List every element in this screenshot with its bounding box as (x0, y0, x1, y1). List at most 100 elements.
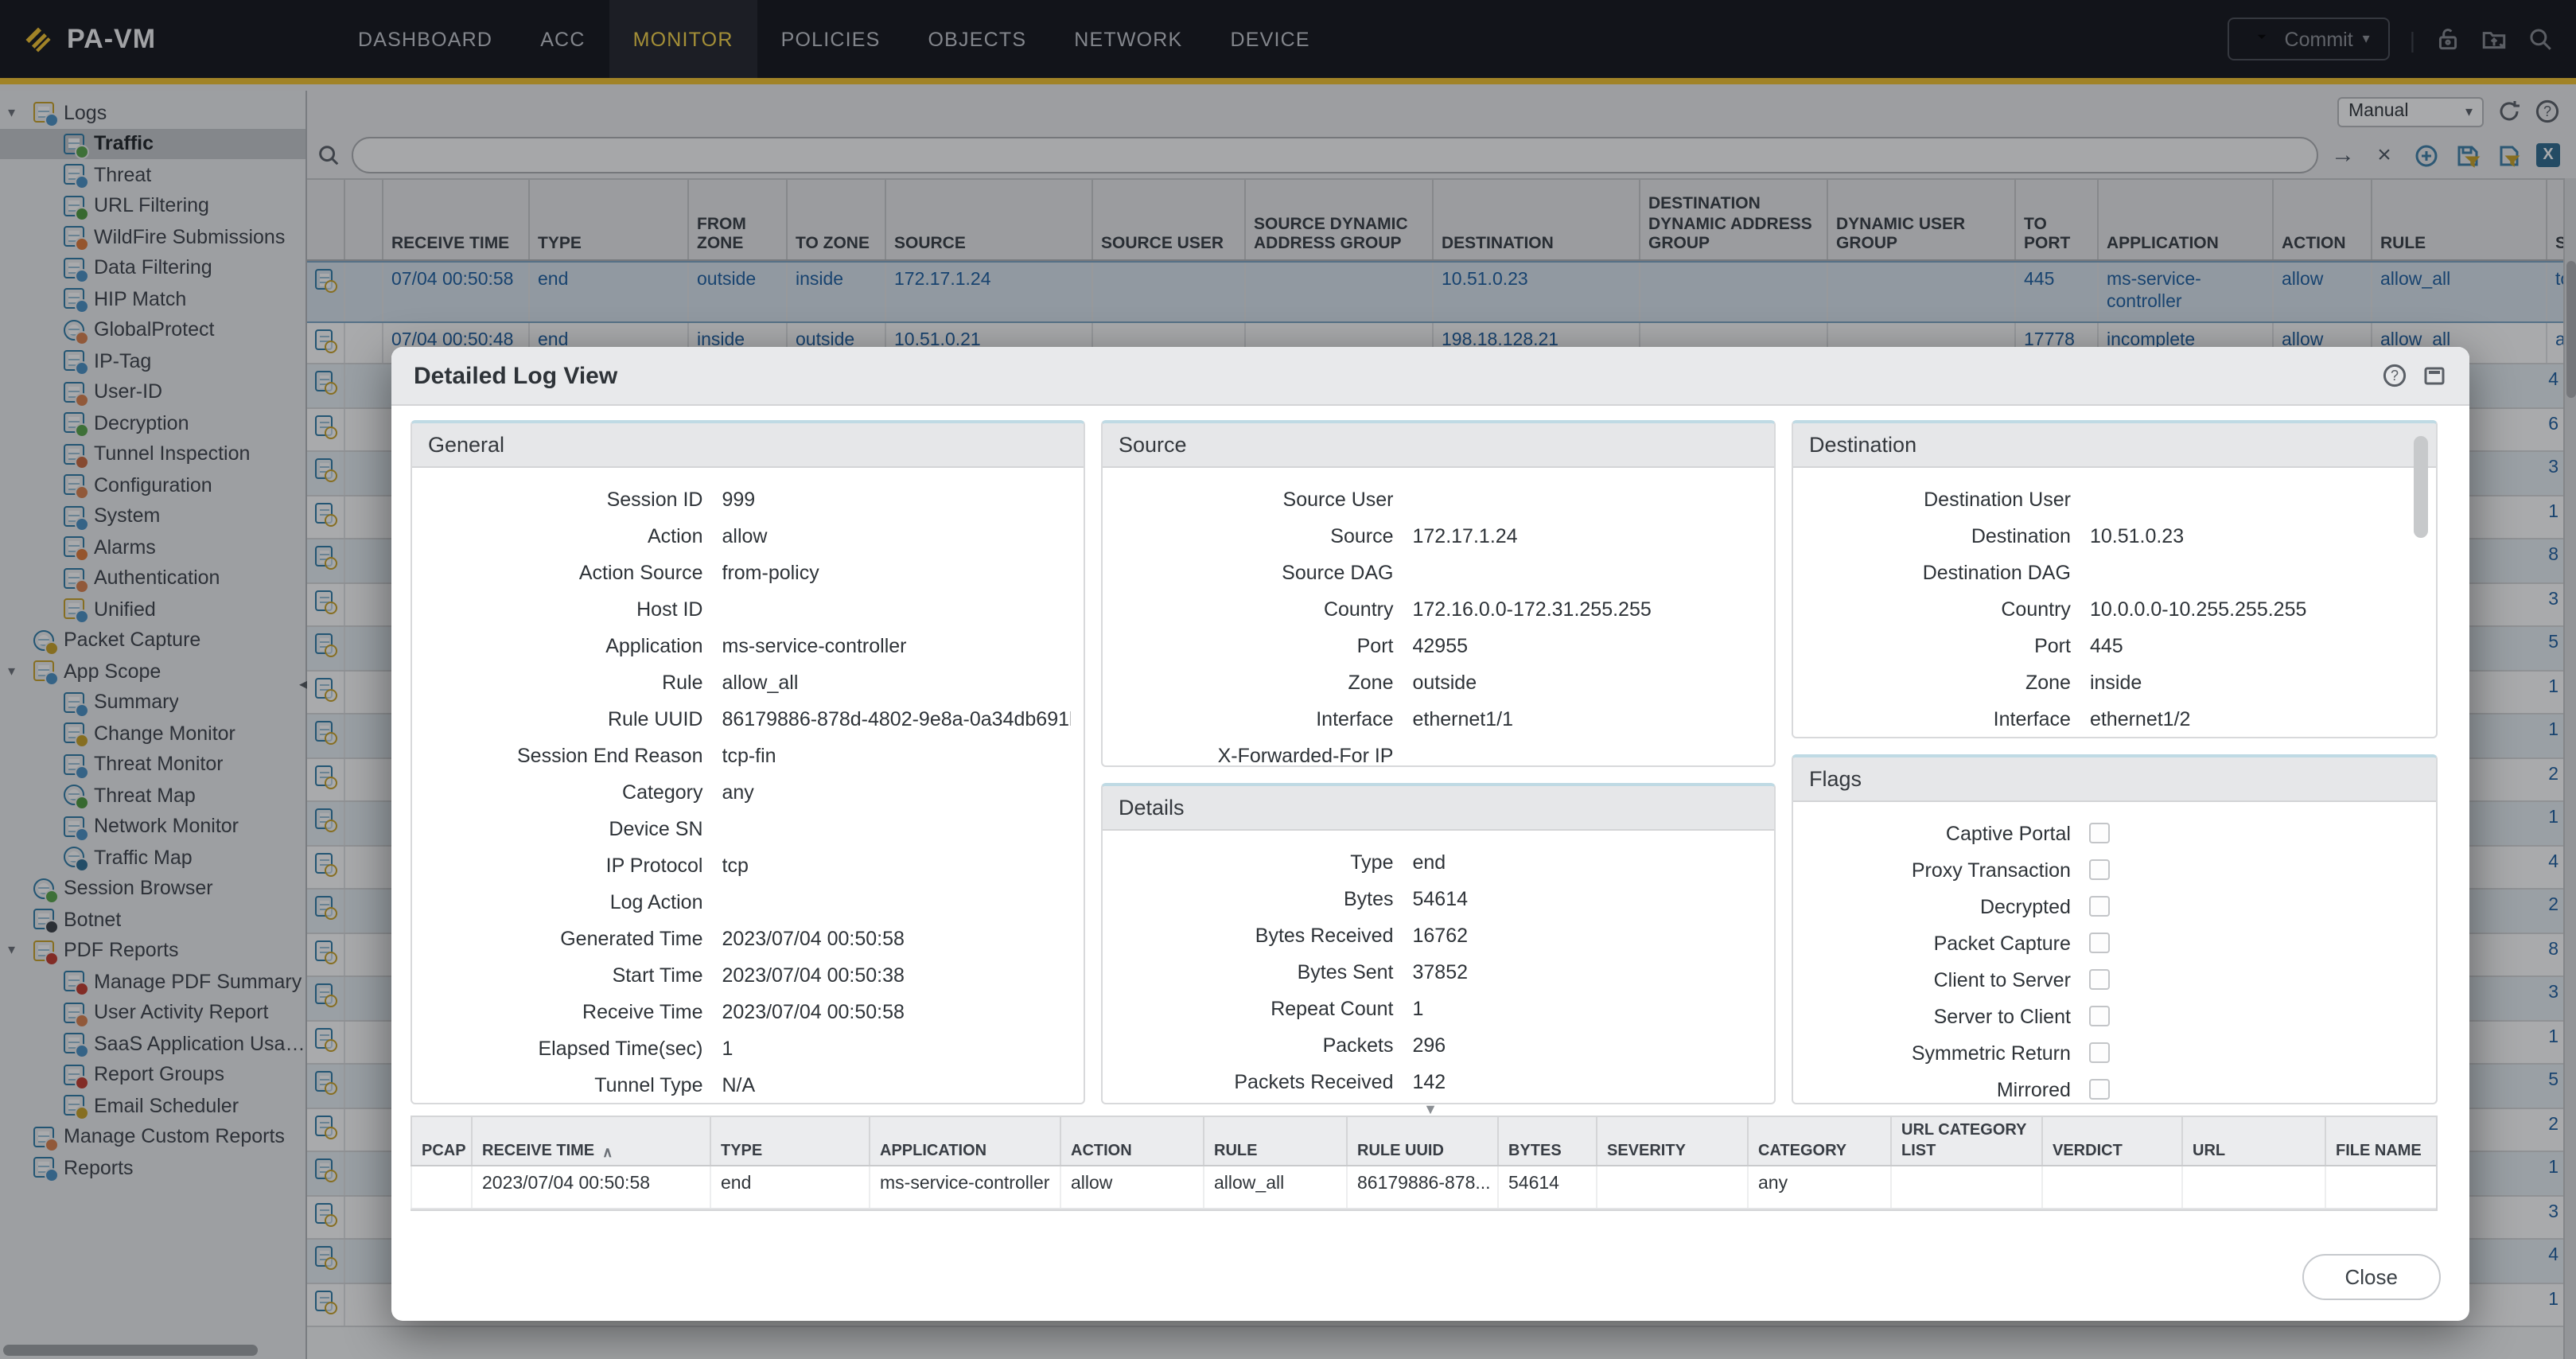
svg-text:?: ? (2391, 368, 2399, 384)
related-column-header-application[interactable]: APPLICATION (869, 1117, 1060, 1165)
field-label: Repeat Count (1115, 997, 1413, 1019)
field-row-zone: Zoneinside (1806, 664, 2423, 700)
related-log-cell: any (1747, 1166, 1890, 1208)
field-label: Host ID (425, 598, 722, 620)
field-value: 2023/07/04 00:50:58 (722, 927, 1072, 949)
field-value: outside (1413, 671, 1762, 693)
related-logs-table: PCAPRECEIVE TIME∧TYPEAPPLICATIONACTIONRU… (411, 1116, 2438, 1211)
field-label: Category (425, 781, 722, 803)
related-column-header-category[interactable]: CATEGORY (1747, 1117, 1890, 1165)
field-label: Destination DAG (1806, 561, 2090, 583)
field-value: ethernet1/2 (2090, 707, 2423, 730)
related-column-header-verdict[interactable]: VERDICT (2041, 1117, 2181, 1165)
field-label: Packets (1115, 1034, 1413, 1056)
field-row-application: Applicationms-service-controller (425, 627, 1071, 664)
related-column-header-severity[interactable]: SEVERITY (1596, 1117, 1747, 1165)
field-label: Session End Reason (425, 744, 722, 766)
field-label: Zone (1806, 671, 2090, 693)
field-value: 42955 (1413, 634, 1762, 656)
related-column-header-type[interactable]: TYPE (710, 1117, 869, 1165)
field-label: Packets Received (1115, 1070, 1413, 1092)
field-label: Log Action (425, 890, 722, 913)
field-label: Elapsed Time(sec) (425, 1037, 722, 1059)
related-log-cell (411, 1166, 471, 1208)
decrypted-checkbox[interactable] (2090, 896, 2111, 917)
related-column-header-url[interactable]: URL (2181, 1117, 2325, 1165)
modal-scrollbar-thumb[interactable] (2414, 436, 2428, 538)
flag-row-proxy-transaction: Proxy Transaction (1806, 851, 2423, 888)
client-to-server-checkbox[interactable] (2090, 969, 2111, 990)
field-row-bytes-sent: Bytes Sent37852 (1115, 953, 1761, 990)
field-value: 445 (2090, 634, 2423, 656)
related-column-header-rule-uuid[interactable]: RULE UUID (1346, 1117, 1497, 1165)
field-label: Application (425, 634, 722, 656)
related-log-cell (1890, 1166, 2041, 1208)
field-value: 16762 (1413, 924, 1762, 946)
field-value: 2023/07/04 00:50:58 (722, 1000, 1072, 1022)
field-row-log-action: Log Action (425, 883, 1071, 920)
field-label: Source User (1115, 488, 1413, 510)
related-column-header-receive-time[interactable]: RECEIVE TIME∧ (471, 1117, 710, 1165)
field-value: allow (722, 524, 1072, 547)
flag-row-server-to-client: Server to Client (1806, 998, 2423, 1034)
field-value: inside (2090, 671, 2423, 693)
field-label: Zone (1115, 671, 1413, 693)
field-row-host-id: Host ID (425, 590, 1071, 627)
field-label: Start Time (425, 964, 722, 986)
server-to-client-checkbox[interactable] (2090, 1006, 2111, 1026)
field-label: Rule UUID (425, 707, 722, 730)
field-value: 54614 (1413, 887, 1762, 909)
field-value: 2023/07/04 00:50:38 (722, 964, 1072, 986)
field-value: 10.0.0.0-10.255.255.255 (2090, 598, 2423, 620)
modal-maximize-icon[interactable] (2422, 363, 2447, 388)
field-row-packets: Packets296 (1115, 1026, 1761, 1063)
related-log-cell: 86179886-878... (1346, 1166, 1497, 1208)
related-column-header-url-category-list[interactable]: URL CATEGORY LIST (1890, 1117, 2041, 1165)
field-value: N/A (722, 1073, 1072, 1096)
captive-portal-checkbox[interactable] (2090, 823, 2111, 843)
related-column-header-action[interactable]: ACTION (1060, 1117, 1203, 1165)
related-log-row[interactable]: 2023/07/04 00:50:58endms-service-control… (411, 1166, 2436, 1209)
field-label: Tunnel Type (425, 1073, 722, 1096)
field-row-source-dag: Source DAG (1115, 554, 1761, 590)
field-label: Action (425, 524, 722, 547)
field-label: Port (1806, 634, 2090, 656)
field-row-start-time: Start Time2023/07/04 00:50:38 (425, 956, 1071, 993)
field-label: Action Source (425, 561, 722, 583)
related-column-header-bytes[interactable]: BYTES (1497, 1117, 1596, 1165)
field-row-interface: Interfaceethernet1/1 (1115, 700, 1761, 737)
field-row-generated-time: Generated Time2023/07/04 00:50:58 (425, 920, 1071, 956)
related-log-cell (2325, 1166, 2450, 1208)
field-label: Generated Time (425, 927, 722, 949)
field-row-device-sn: Device SN (425, 810, 1071, 847)
field-label: Rule (425, 671, 722, 693)
modal-header: Detailed Log View ? (391, 347, 2469, 406)
field-row-action-source: Action Sourcefrom-policy (425, 554, 1071, 590)
related-column-header-rule[interactable]: RULE (1203, 1117, 1346, 1165)
pa-vm-application-window: PA-VM DASHBOARDACCMONITORPOLICIESOBJECTS… (0, 0, 2576, 1359)
field-label: Device SN (425, 817, 722, 839)
field-label: Bytes Sent (1115, 960, 1413, 983)
close-button[interactable]: Close (2302, 1253, 2442, 1299)
details-section-title: Details (1103, 786, 1774, 831)
flags-section: Flags Captive PortalProxy TransactionDec… (1792, 754, 2438, 1104)
packet-capture-checkbox[interactable] (2090, 933, 2111, 953)
flag-row-packet-capture: Packet Capture (1806, 925, 2423, 961)
related-column-header-pcap[interactable]: PCAP (411, 1117, 471, 1165)
related-log-cell: end (710, 1166, 869, 1208)
proxy-transaction-checkbox[interactable] (2090, 859, 2111, 880)
symmetric-return-checkbox[interactable] (2090, 1042, 2111, 1063)
mirrored-checkbox[interactable] (2090, 1079, 2111, 1100)
field-value: tcp-fin (722, 744, 1072, 766)
field-label: Bytes Received (1115, 924, 1413, 946)
related-column-header-file-name[interactable]: FILE NAME (2325, 1117, 2450, 1165)
source-section: Source Source UserSource172.17.1.24Sourc… (1101, 420, 1776, 767)
field-row-zone: Zoneoutside (1115, 664, 1761, 700)
field-row-type: Typeend (1115, 843, 1761, 880)
modal-scrollbar[interactable] (2414, 436, 2428, 1104)
field-value: 142 (1413, 1070, 1762, 1092)
modal-help-icon[interactable]: ? (2382, 363, 2407, 388)
field-label: Destination User (1806, 488, 2090, 510)
field-label: Interface (1115, 707, 1413, 730)
field-row-country: Country172.16.0.0-172.31.255.255 (1115, 590, 1761, 627)
